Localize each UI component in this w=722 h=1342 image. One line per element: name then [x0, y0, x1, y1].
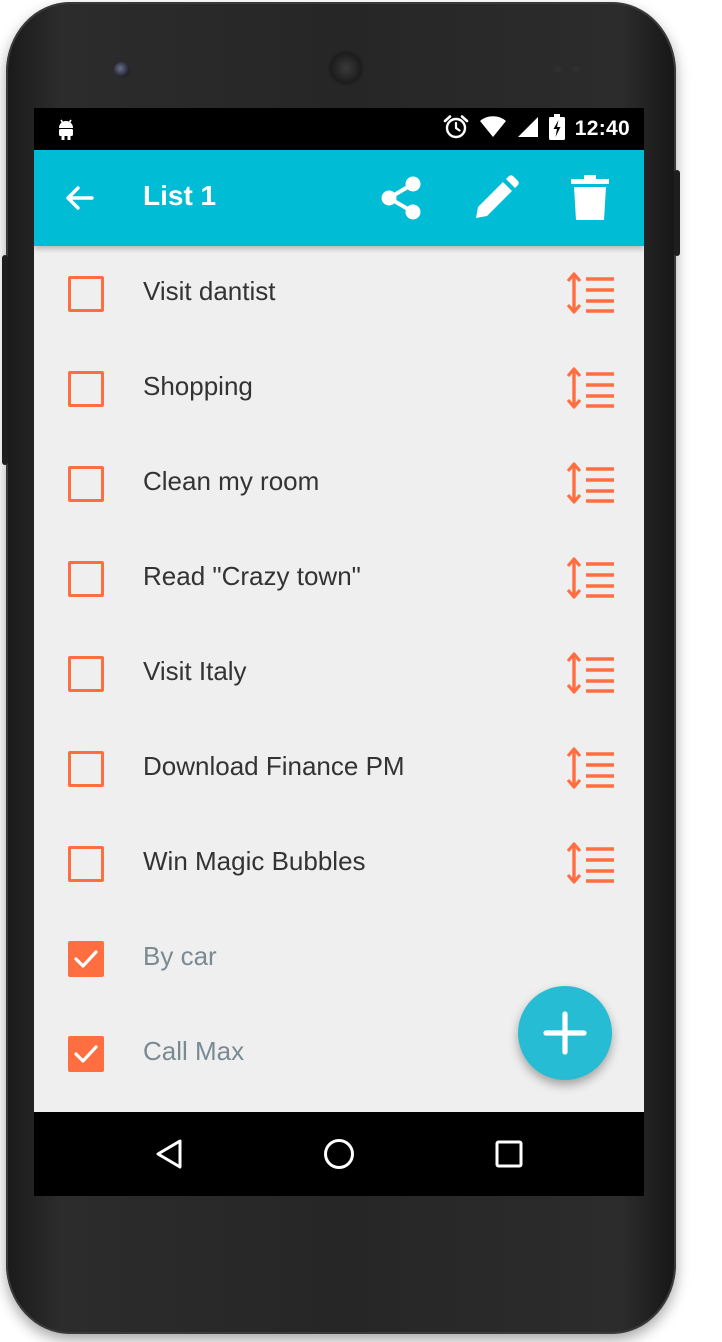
list-item-label: By car: [143, 941, 217, 971]
todo-list: Visit dantist Shopping Clean my room Read "…: [34, 246, 644, 1101]
list-item-label: Visit Italy: [143, 656, 247, 686]
android-debug-icon: [56, 118, 76, 145]
status-time: 12:40: [574, 117, 630, 140]
signal-icon: [517, 116, 539, 143]
list-item[interactable]: Shopping: [34, 341, 644, 436]
reorder-icon[interactable]: [566, 841, 616, 890]
checkbox[interactable]: [68, 656, 104, 692]
list-item-label: Call Max: [143, 1036, 245, 1066]
reorder-icon[interactable]: [566, 271, 616, 320]
status-bar: 12:40: [34, 108, 644, 150]
checkbox-checked[interactable]: [68, 1036, 104, 1072]
proximity-sensor: [554, 66, 562, 72]
recents-square-icon: [495, 1140, 523, 1168]
list-item[interactable]: Visit Italy: [34, 626, 644, 721]
reorder-icon[interactable]: [566, 746, 616, 795]
reorder-icon[interactable]: [566, 556, 616, 605]
checkbox[interactable]: [68, 371, 104, 407]
checkbox[interactable]: [68, 751, 104, 787]
plus-icon: [543, 1011, 587, 1055]
light-sensor: [572, 66, 580, 72]
checkbox[interactable]: [68, 846, 104, 882]
list-item[interactable]: Download Finance PM: [34, 721, 644, 816]
list-item-label: Clean my room: [143, 466, 320, 496]
reorder-icon[interactable]: [566, 651, 616, 700]
home-circle-icon: [324, 1139, 354, 1169]
nav-recents-button[interactable]: [459, 1112, 559, 1196]
list-item-label: Download Finance PM: [143, 751, 405, 781]
reorder-icon[interactable]: [566, 461, 616, 510]
app-bar: List 1: [34, 150, 644, 246]
power-button: [674, 170, 680, 256]
list-item[interactable]: Read "Crazy town": [34, 531, 644, 626]
page-title: List 1: [143, 180, 217, 211]
add-item-button[interactable]: [518, 986, 612, 1080]
navigation-bar: [34, 1112, 644, 1196]
checkmark-icon: [74, 1045, 98, 1063]
earpiece-speaker: [328, 50, 364, 86]
screen: 12:40 List 1 Visit dantist Shopping Clea…: [34, 108, 644, 1196]
nav-home-button[interactable]: [289, 1112, 389, 1196]
front-camera: [114, 62, 130, 78]
list-item-label: Visit dantist: [143, 276, 276, 306]
list-item[interactable]: Clean my room: [34, 436, 644, 531]
list-item[interactable]: Visit dantist: [34, 246, 644, 341]
edit-icon[interactable]: [470, 174, 520, 229]
nav-back-button[interactable]: [119, 1112, 219, 1196]
arrow-back-icon[interactable]: [64, 182, 96, 219]
volume-rocker: [2, 255, 8, 465]
list-item[interactable]: Win Magic Bubbles: [34, 816, 644, 911]
list-item-label: Read "Crazy town": [143, 561, 361, 591]
back-triangle-icon: [156, 1139, 182, 1169]
reorder-icon[interactable]: [566, 366, 616, 415]
alarm-icon: [443, 114, 469, 145]
list-item-label: Win Magic Bubbles: [143, 846, 366, 876]
share-icon[interactable]: [377, 174, 425, 227]
checkbox[interactable]: [68, 561, 104, 597]
checkbox[interactable]: [68, 276, 104, 312]
checkmark-icon: [74, 950, 98, 968]
battery-icon: [548, 113, 565, 145]
checkbox-checked[interactable]: [68, 941, 104, 977]
wifi-icon: [479, 115, 507, 143]
delete-icon[interactable]: [570, 174, 610, 227]
list-item-label: Shopping: [143, 371, 253, 401]
checkbox[interactable]: [68, 466, 104, 502]
